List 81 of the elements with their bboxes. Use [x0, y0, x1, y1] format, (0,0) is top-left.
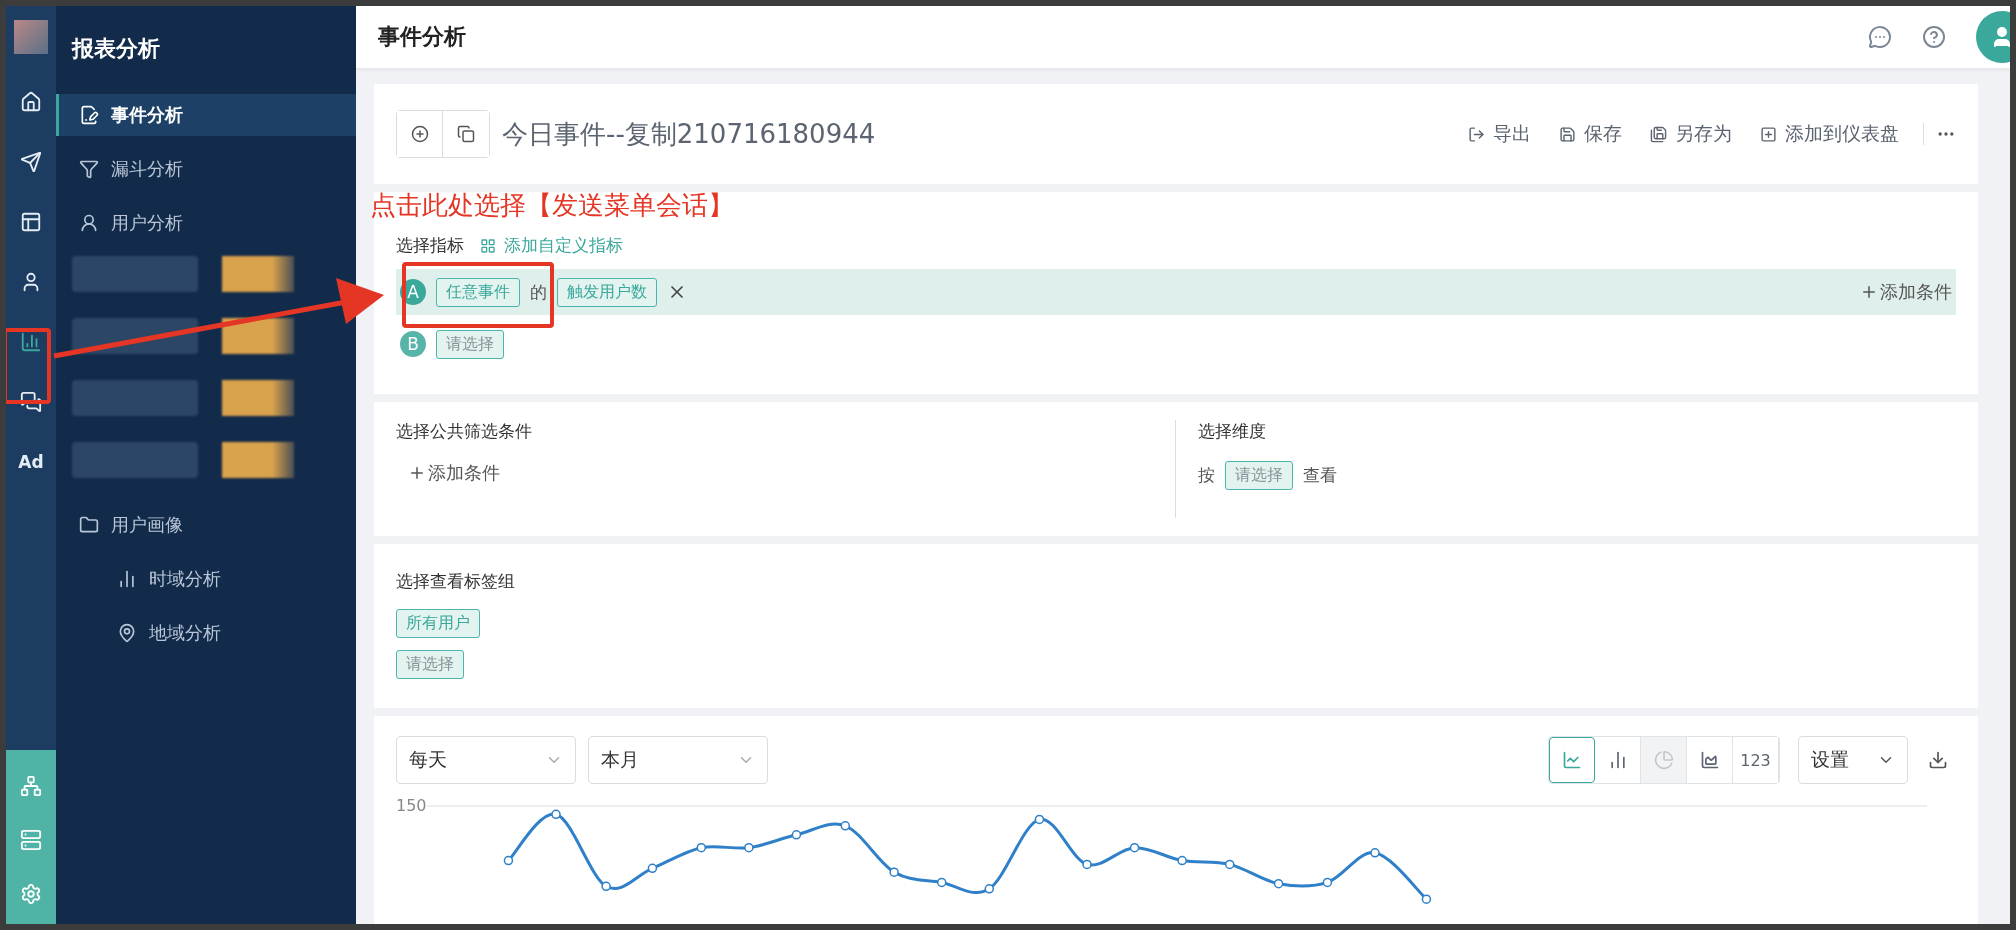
sidebar-item[interactable]: 事件分析: [56, 94, 356, 136]
data-point: [840, 821, 850, 831]
toolbar-action[interactable]: 添加到仪表盘: [1760, 121, 1899, 147]
chat-icon: [20, 391, 42, 413]
avatar-placeholder: [14, 20, 48, 54]
data-point: [1421, 894, 1431, 904]
plus-icon: [1860, 283, 1878, 301]
toolbar-action[interactable]: 导出: [1468, 121, 1531, 147]
pin-icon: [117, 623, 137, 643]
sidebar-title: 报表分析: [70, 35, 161, 63]
grid-icon: [480, 237, 496, 254]
data-point: [791, 830, 801, 840]
section-title: 选择公共筛选条件: [396, 420, 533, 443]
plus-icon: [408, 464, 426, 482]
chat-icon[interactable]: [1868, 25, 1892, 49]
funnel-icon: [79, 159, 99, 179]
export-icon: [1468, 125, 1485, 143]
prefix-text: 按: [1198, 464, 1215, 487]
server-icon: [20, 829, 42, 851]
sidebar-item[interactable]: 用户画像: [56, 504, 356, 546]
data-point: [1273, 878, 1283, 889]
settings-icon: [20, 883, 42, 905]
data-point: [1224, 859, 1234, 870]
chart-type-button[interactable]: [1549, 737, 1595, 783]
axis-label: 150: [396, 796, 427, 815]
layout-icon: [20, 211, 42, 233]
help-icon[interactable]: [1922, 25, 1946, 49]
line-chart-icon: [1562, 750, 1582, 770]
pie-chart-icon: [1653, 750, 1674, 770]
report-title: 今日事件--复制210716180944: [502, 117, 877, 151]
data-point: [984, 884, 994, 894]
add-condition-button[interactable]: 添加条件: [1860, 280, 1952, 304]
download-icon[interactable]: [1928, 750, 1948, 770]
interval-select[interactable]: 每天: [396, 736, 576, 784]
section-title: 选择维度: [1198, 420, 1267, 443]
range-select[interactable]: 本月: [588, 736, 768, 784]
area-chart-icon: [1699, 750, 1720, 770]
data-point: [888, 867, 899, 877]
add-button[interactable]: [397, 111, 443, 157]
data-point: [600, 881, 611, 892]
data-point: [1322, 877, 1332, 888]
toolbar-action[interactable]: 另存为: [1650, 121, 1732, 147]
data-point: [1129, 842, 1139, 853]
user-icon: [79, 213, 99, 233]
plus-circle-icon: [410, 125, 429, 143]
joiner-text: 的: [530, 280, 547, 304]
copy-icon: [457, 125, 475, 143]
letter-badge: B: [400, 331, 426, 357]
edit-icon: [79, 105, 99, 125]
data-point: [503, 855, 513, 866]
chart-icon: [20, 331, 42, 353]
section-title: 选择查看标签组: [396, 570, 516, 593]
send-icon: [20, 151, 42, 173]
data-point: [696, 842, 706, 853]
data-point: [1034, 814, 1044, 825]
save-as-icon: [1650, 125, 1667, 143]
data-point: [743, 842, 754, 853]
data-point: [1369, 848, 1380, 858]
toolbar-action[interactable]: 保存: [1559, 121, 1622, 147]
sidebar-item[interactable]: 地域分析: [56, 612, 356, 654]
rail-link[interactable]: Ad: [11, 442, 51, 482]
dashboard-icon: [1760, 125, 1777, 143]
add-condition-button[interactable]: 添加条件: [408, 461, 1175, 485]
settings-select[interactable]: 设置: [1798, 736, 1908, 784]
sidebar-item[interactable]: 时域分析: [56, 558, 356, 600]
folder-icon: [79, 515, 99, 535]
network-icon: [20, 775, 42, 797]
home-icon: [20, 91, 42, 113]
section-title: 选择指标: [396, 234, 464, 257]
sidebar-item[interactable]: 用户分析: [56, 202, 356, 244]
data-point: [1176, 855, 1187, 866]
data-point: [936, 877, 946, 888]
sidebar-item[interactable]: 漏斗分析: [56, 148, 356, 190]
page-title: 事件分析: [378, 23, 467, 51]
data-point: [1081, 859, 1092, 870]
save-icon: [1559, 125, 1576, 143]
data-point: [647, 863, 657, 874]
data-point: [550, 809, 561, 820]
annotation-text: 点击此处选择【发送菜单会话】: [370, 189, 734, 222]
bars-icon: [117, 569, 137, 589]
suffix-text: 查看: [1303, 464, 1337, 487]
